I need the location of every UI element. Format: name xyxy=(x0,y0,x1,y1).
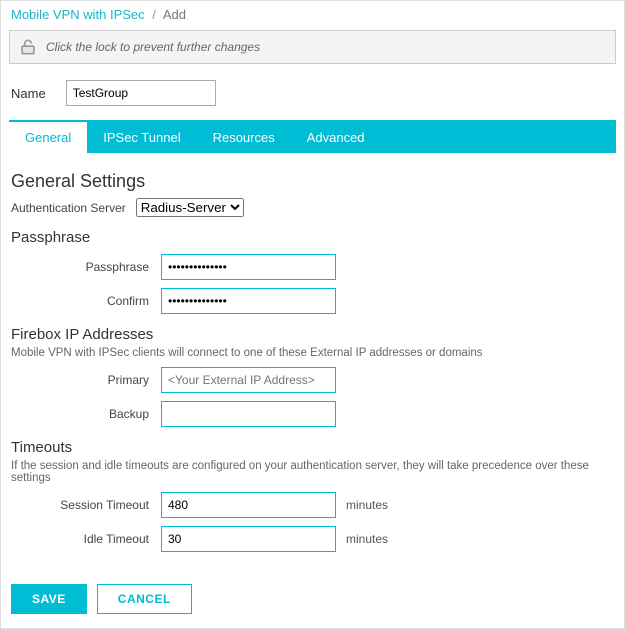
primary-input[interactable] xyxy=(161,367,336,393)
auth-server-select[interactable]: Radius-Server xyxy=(136,198,244,217)
tab-advanced[interactable]: Advanced xyxy=(291,122,381,153)
lock-message: Click the lock to prevent further change… xyxy=(46,40,260,54)
auth-server-label: Authentication Server xyxy=(11,201,126,215)
name-label: Name xyxy=(11,86,46,101)
session-timeout-input[interactable] xyxy=(161,492,336,518)
session-timeout-unit: minutes xyxy=(346,498,388,512)
passphrase-label: Passphrase xyxy=(11,260,161,274)
name-input[interactable] xyxy=(66,80,216,106)
breadcrumb-current: Add xyxy=(163,7,186,22)
tab-resources[interactable]: Resources xyxy=(197,122,291,153)
breadcrumb-parent[interactable]: Mobile VPN with IPSec xyxy=(11,7,145,22)
backup-input[interactable] xyxy=(161,401,336,427)
timeouts-heading: Timeouts xyxy=(11,439,614,456)
backup-label: Backup xyxy=(11,407,161,421)
save-button[interactable]: SAVE xyxy=(11,584,87,614)
confirm-input[interactable] xyxy=(161,288,336,314)
firebox-heading: Firebox IP Addresses xyxy=(11,326,614,343)
firebox-helper: Mobile VPN with IPSec clients will conne… xyxy=(11,347,614,359)
tab-ipsec-tunnel[interactable]: IPSec Tunnel xyxy=(87,122,196,153)
breadcrumb-sep: / xyxy=(152,7,156,22)
idle-timeout-unit: minutes xyxy=(346,532,388,546)
tabs: General IPSec Tunnel Resources Advanced xyxy=(9,120,616,153)
cancel-button[interactable]: CANCEL xyxy=(97,584,192,614)
lock-bar: Click the lock to prevent further change… xyxy=(9,30,616,64)
passphrase-input[interactable] xyxy=(161,254,336,280)
primary-label: Primary xyxy=(11,373,161,387)
session-timeout-label: Session Timeout xyxy=(11,498,161,512)
idle-timeout-label: Idle Timeout xyxy=(11,532,161,546)
general-heading: General Settings xyxy=(11,171,614,192)
breadcrumb: Mobile VPN with IPSec / Add xyxy=(1,1,624,26)
confirm-label: Confirm xyxy=(11,294,161,308)
timeouts-helper: If the session and idle timeouts are con… xyxy=(11,460,614,484)
idle-timeout-input[interactable] xyxy=(161,526,336,552)
passphrase-heading: Passphrase xyxy=(11,229,614,246)
unlock-icon[interactable] xyxy=(18,37,38,57)
tab-general[interactable]: General xyxy=(9,122,87,153)
